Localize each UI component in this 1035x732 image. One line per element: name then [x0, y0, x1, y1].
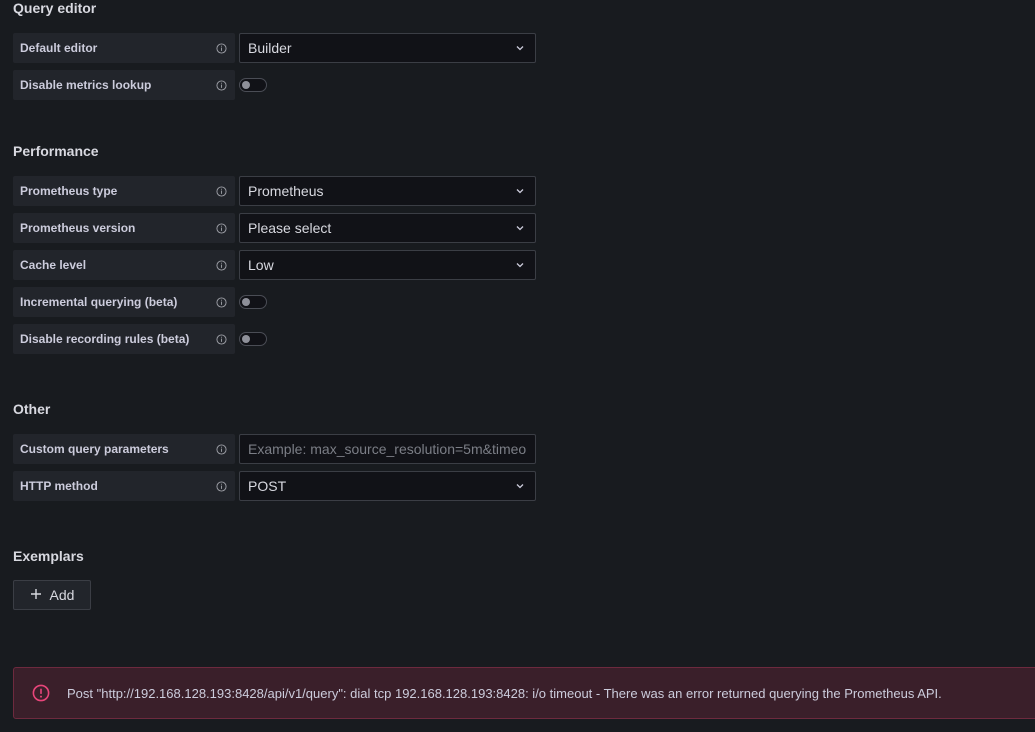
- chevron-down-icon: [515, 223, 525, 233]
- info-icon[interactable]: [216, 443, 227, 455]
- field-custom-query-parameters: Custom query parameters: [13, 434, 536, 464]
- plus-icon: [30, 588, 42, 603]
- prometheus-type-select[interactable]: Prometheus: [239, 176, 536, 206]
- field-disable-recording-rules: Disable recording rules (beta): [13, 324, 267, 354]
- field-label: Prometheus type: [13, 176, 235, 206]
- error-message: Post "http://192.168.128.193:8428/api/v1…: [67, 685, 942, 701]
- info-icon[interactable]: [216, 333, 227, 345]
- field-label: Incremental querying (beta): [13, 287, 235, 317]
- info-icon[interactable]: [216, 42, 227, 54]
- select-value: POST: [248, 478, 287, 494]
- info-icon[interactable]: [216, 296, 227, 308]
- field-http-method: HTTP method POST: [13, 471, 536, 501]
- field-incremental-querying: Incremental querying (beta): [13, 287, 267, 317]
- datasource-settings-page: Query editor Default editor Builder Disa…: [0, 0, 1035, 732]
- field-label-text: HTTP method: [20, 479, 98, 493]
- info-icon[interactable]: [216, 185, 227, 197]
- section-title-other: Other: [13, 401, 51, 417]
- toggle-knob: [242, 335, 250, 343]
- field-label: Default editor: [13, 33, 235, 63]
- field-label-text: Incremental querying (beta): [20, 295, 178, 309]
- field-label-text: Prometheus version: [20, 221, 136, 235]
- field-label: HTTP method: [13, 471, 235, 501]
- info-icon[interactable]: [216, 222, 227, 234]
- select-value: Prometheus: [248, 183, 324, 199]
- error-alert: Post "http://192.168.128.193:8428/api/v1…: [13, 667, 1035, 719]
- field-disable-metrics-lookup: Disable metrics lookup: [13, 70, 267, 100]
- field-prometheus-version: Prometheus version Please select: [13, 213, 536, 243]
- field-label: Disable metrics lookup: [13, 70, 235, 100]
- field-label-text: Cache level: [20, 258, 87, 272]
- section-title-query-editor: Query editor: [13, 0, 97, 16]
- field-label-text: Disable metrics lookup: [20, 78, 152, 92]
- info-icon[interactable]: [216, 259, 227, 271]
- disable-recording-rules-toggle[interactable]: [239, 332, 267, 346]
- field-default-editor: Default editor Builder: [13, 33, 536, 63]
- field-label: Disable recording rules (beta): [13, 324, 235, 354]
- cache-level-select[interactable]: Low: [239, 250, 536, 280]
- chevron-down-icon: [515, 43, 525, 53]
- select-value: Builder: [248, 40, 292, 56]
- add-button-label: Add: [49, 587, 75, 603]
- info-icon[interactable]: [216, 480, 227, 492]
- field-label: Cache level: [13, 250, 235, 280]
- chevron-down-icon: [515, 481, 525, 491]
- http-method-select[interactable]: POST: [239, 471, 536, 501]
- chevron-down-icon: [515, 260, 525, 270]
- field-label-text: Prometheus type: [20, 184, 118, 198]
- field-label: Prometheus version: [13, 213, 235, 243]
- toggle-knob: [242, 81, 250, 89]
- toggle-knob: [242, 298, 250, 306]
- field-label-text: Custom query parameters: [20, 442, 169, 456]
- default-editor-select[interactable]: Builder: [239, 33, 536, 63]
- custom-query-parameters-input[interactable]: [239, 434, 536, 464]
- field-label: Custom query parameters: [13, 434, 235, 464]
- chevron-down-icon: [515, 186, 525, 196]
- disable-metrics-lookup-toggle[interactable]: [239, 78, 267, 92]
- field-label-text: Default editor: [20, 41, 98, 55]
- incremental-querying-toggle[interactable]: [239, 295, 267, 309]
- field-prometheus-type: Prometheus type Prometheus: [13, 176, 536, 206]
- exclamation-circle-icon: [32, 684, 50, 702]
- select-value: Low: [248, 257, 274, 273]
- field-cache-level: Cache level Low: [13, 250, 536, 280]
- section-title-performance: Performance: [13, 143, 99, 159]
- select-value: Please select: [248, 220, 332, 236]
- info-icon[interactable]: [216, 79, 227, 91]
- section-title-exemplars: Exemplars: [13, 548, 84, 564]
- field-label-text: Disable recording rules (beta): [20, 332, 190, 346]
- add-exemplar-button[interactable]: Add: [13, 580, 91, 610]
- prometheus-version-select[interactable]: Please select: [239, 213, 536, 243]
